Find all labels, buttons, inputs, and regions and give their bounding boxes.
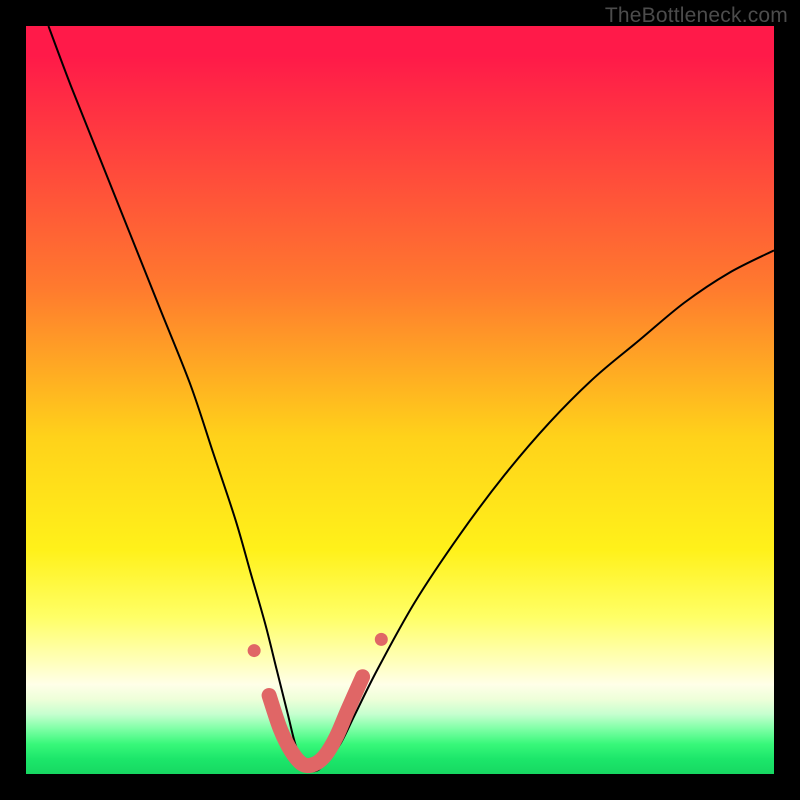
highlight-marker-dot	[375, 633, 388, 646]
bottleneck-curve	[48, 26, 774, 771]
chart-plot-area	[26, 26, 774, 774]
watermark-text: TheBottleneck.com	[605, 4, 788, 28]
chart-svg	[26, 26, 774, 774]
highlight-band	[269, 677, 363, 766]
highlight-marker-dot	[248, 644, 261, 657]
chart-frame: TheBottleneck.com	[0, 0, 800, 800]
